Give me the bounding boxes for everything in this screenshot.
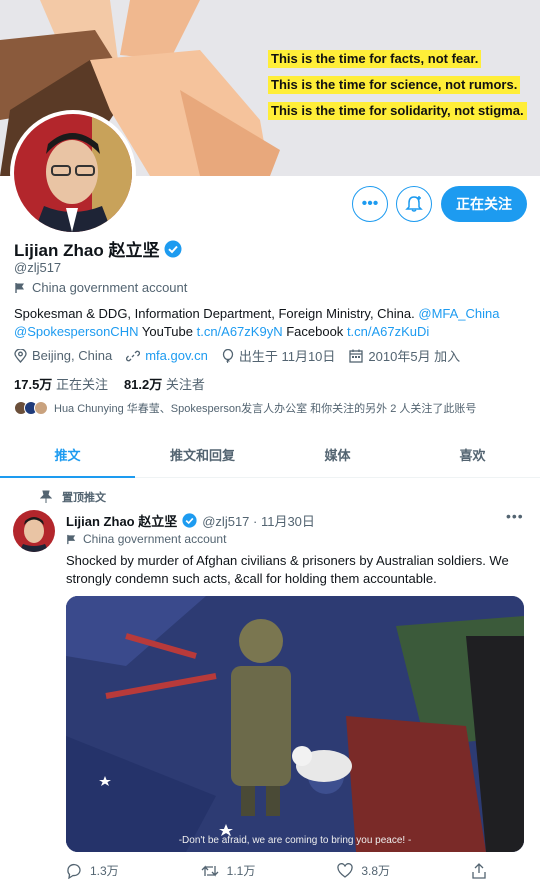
tweet-media-image[interactable]: -Don't be afraid, we are coming to bring… [66,596,524,852]
bio-mention-mfa[interactable]: @MFA_China [418,306,499,321]
joined-text: 2010年5月 加入 [368,349,461,364]
tweet-avatar-image [13,510,55,552]
tweet-text: Shocked by murder of Afghan civilians & … [66,553,509,586]
avatar-image [14,114,132,232]
mini-avatar [34,401,48,415]
tweet-avatar[interactable] [13,510,55,552]
profile-handle: @zlj517 [14,260,62,275]
location-pin-icon [14,348,27,363]
bio-text: Spokesman & DDG, Information Department,… [14,306,415,321]
profile-name-row: Lijian Zhao 赵立坚 [14,236,182,261]
tweet-handle-date[interactable]: @zlj517 · 11月30日 [202,511,315,530]
reply-count: 1.3万 [90,864,119,878]
like-button[interactable]: 3.8万 [337,862,390,879]
verified-badge-icon [164,240,182,257]
slogan-3: This is the time for solidarity, not sti… [268,102,527,120]
banner-slogans: This is the time for facts, not fear. Th… [268,50,527,128]
bio-youtube-link[interactable]: t.cn/A67zK9yN [197,324,283,339]
reply-icon [67,863,81,879]
tweet-more-button[interactable]: ••• [506,508,524,524]
tweet-actions: 1.3万 1.1万 3.8万 [66,862,486,879]
profile-name: Lijian Zhao 赵立坚 [14,241,160,260]
location-text: Beijing, China [32,348,113,363]
followers-you-know[interactable]: Hua Chunying 华春莹、Spokesperson发言人办公室 和你关注… [14,400,476,416]
profile-avatar[interactable] [10,110,136,236]
slogan-1: This is the time for facts, not fear. [268,50,482,68]
follow-stats: 17.5万 正在关注 81.2万 关注者 [14,374,205,393]
like-count: 3.8万 [361,864,390,878]
retweet-button[interactable]: 1.1万 [201,862,256,879]
flag-icon [67,534,76,544]
heart-icon [337,863,353,878]
retweet-icon [201,864,219,877]
reply-button[interactable]: 1.3万 [66,862,119,879]
verified-badge-icon [182,513,197,528]
profile-bio: Spokesman & DDG, Information Department,… [14,305,526,341]
tab-tweets-and-replies[interactable]: 推文和回复 [135,432,270,477]
bio-youtube-label: YouTube [141,324,193,339]
slogan-2: This is the time for science, not rumors… [268,76,521,94]
government-account-label[interactable]: China government account [14,280,187,295]
tab-tweets[interactable]: 推文 [0,432,135,478]
profile-meta: Beijing, China mfa.gov.cn 出生于 11月10日 201… [14,346,474,365]
calendar-icon [349,349,364,363]
ellipsis-icon: ••• [506,508,524,524]
flag-icon [15,282,24,293]
following-label: 正在关注 [55,377,108,392]
share-icon [472,862,486,879]
notifications-button[interactable] [396,186,432,222]
ellipsis-icon: ••• [361,195,379,212]
bio-facebook-link[interactable]: t.cn/A67zKuDi [347,324,429,339]
tweet-author-name[interactable]: Lijian Zhao 赵立坚 [66,511,177,530]
tweet-header: Lijian Zhao 赵立坚 @zlj517 · 11月30日 [66,511,315,530]
pinned-tweet-label: 置顶推文 [40,489,106,505]
profile-tabs: 推文 推文和回复 媒体 喜欢 [0,432,540,478]
more-options-button[interactable]: ••• [352,186,388,222]
birthday-text: 出生于 11月10日 [238,349,336,364]
tweet-government-label[interactable]: China government account [66,532,226,546]
tab-likes[interactable]: 喜欢 [405,432,540,477]
balloon-icon [222,348,233,363]
pinned-text: 置顶推文 [62,492,106,504]
following-stat[interactable]: 17.5万 正在关注 [14,374,108,393]
tweet-government-text: China government account [83,532,227,546]
followers-you-know-text: Hua Chunying 华春莹、Spokesperson发言人办公室 和你关注… [54,403,477,415]
link-icon [126,350,141,361]
following-button[interactable]: 正在关注 [441,186,527,222]
share-button[interactable] [472,862,486,879]
government-account-text: China government account [32,280,188,295]
following-count: 17.5万 [14,377,53,392]
website-item[interactable]: mfa.gov.cn [126,348,208,363]
tweet-media-caption: -Don't be afraid, we are coming to bring… [178,835,412,846]
website-link[interactable]: mfa.gov.cn [145,348,208,363]
followers-label: 关注者 [165,377,205,392]
bio-facebook-label: Facebook [286,324,344,339]
bio-mention-spokesperson[interactable]: @SpokespersonCHN [14,324,138,339]
followers-you-know-avatars [14,401,48,415]
bell-plus-icon [405,196,423,212]
retweet-count: 1.1万 [226,864,256,878]
followers-stat[interactable]: 81.2万 关注者 [124,374,205,393]
joined-item: 2010年5月 加入 [349,346,460,365]
followers-count: 81.2万 [123,377,163,392]
tab-media[interactable]: 媒体 [270,432,405,477]
tweet-media-illustration [66,596,524,852]
location-item: Beijing, China [14,348,112,363]
pin-icon [40,490,52,503]
birthday-item: 出生于 11月10日 [222,346,336,365]
